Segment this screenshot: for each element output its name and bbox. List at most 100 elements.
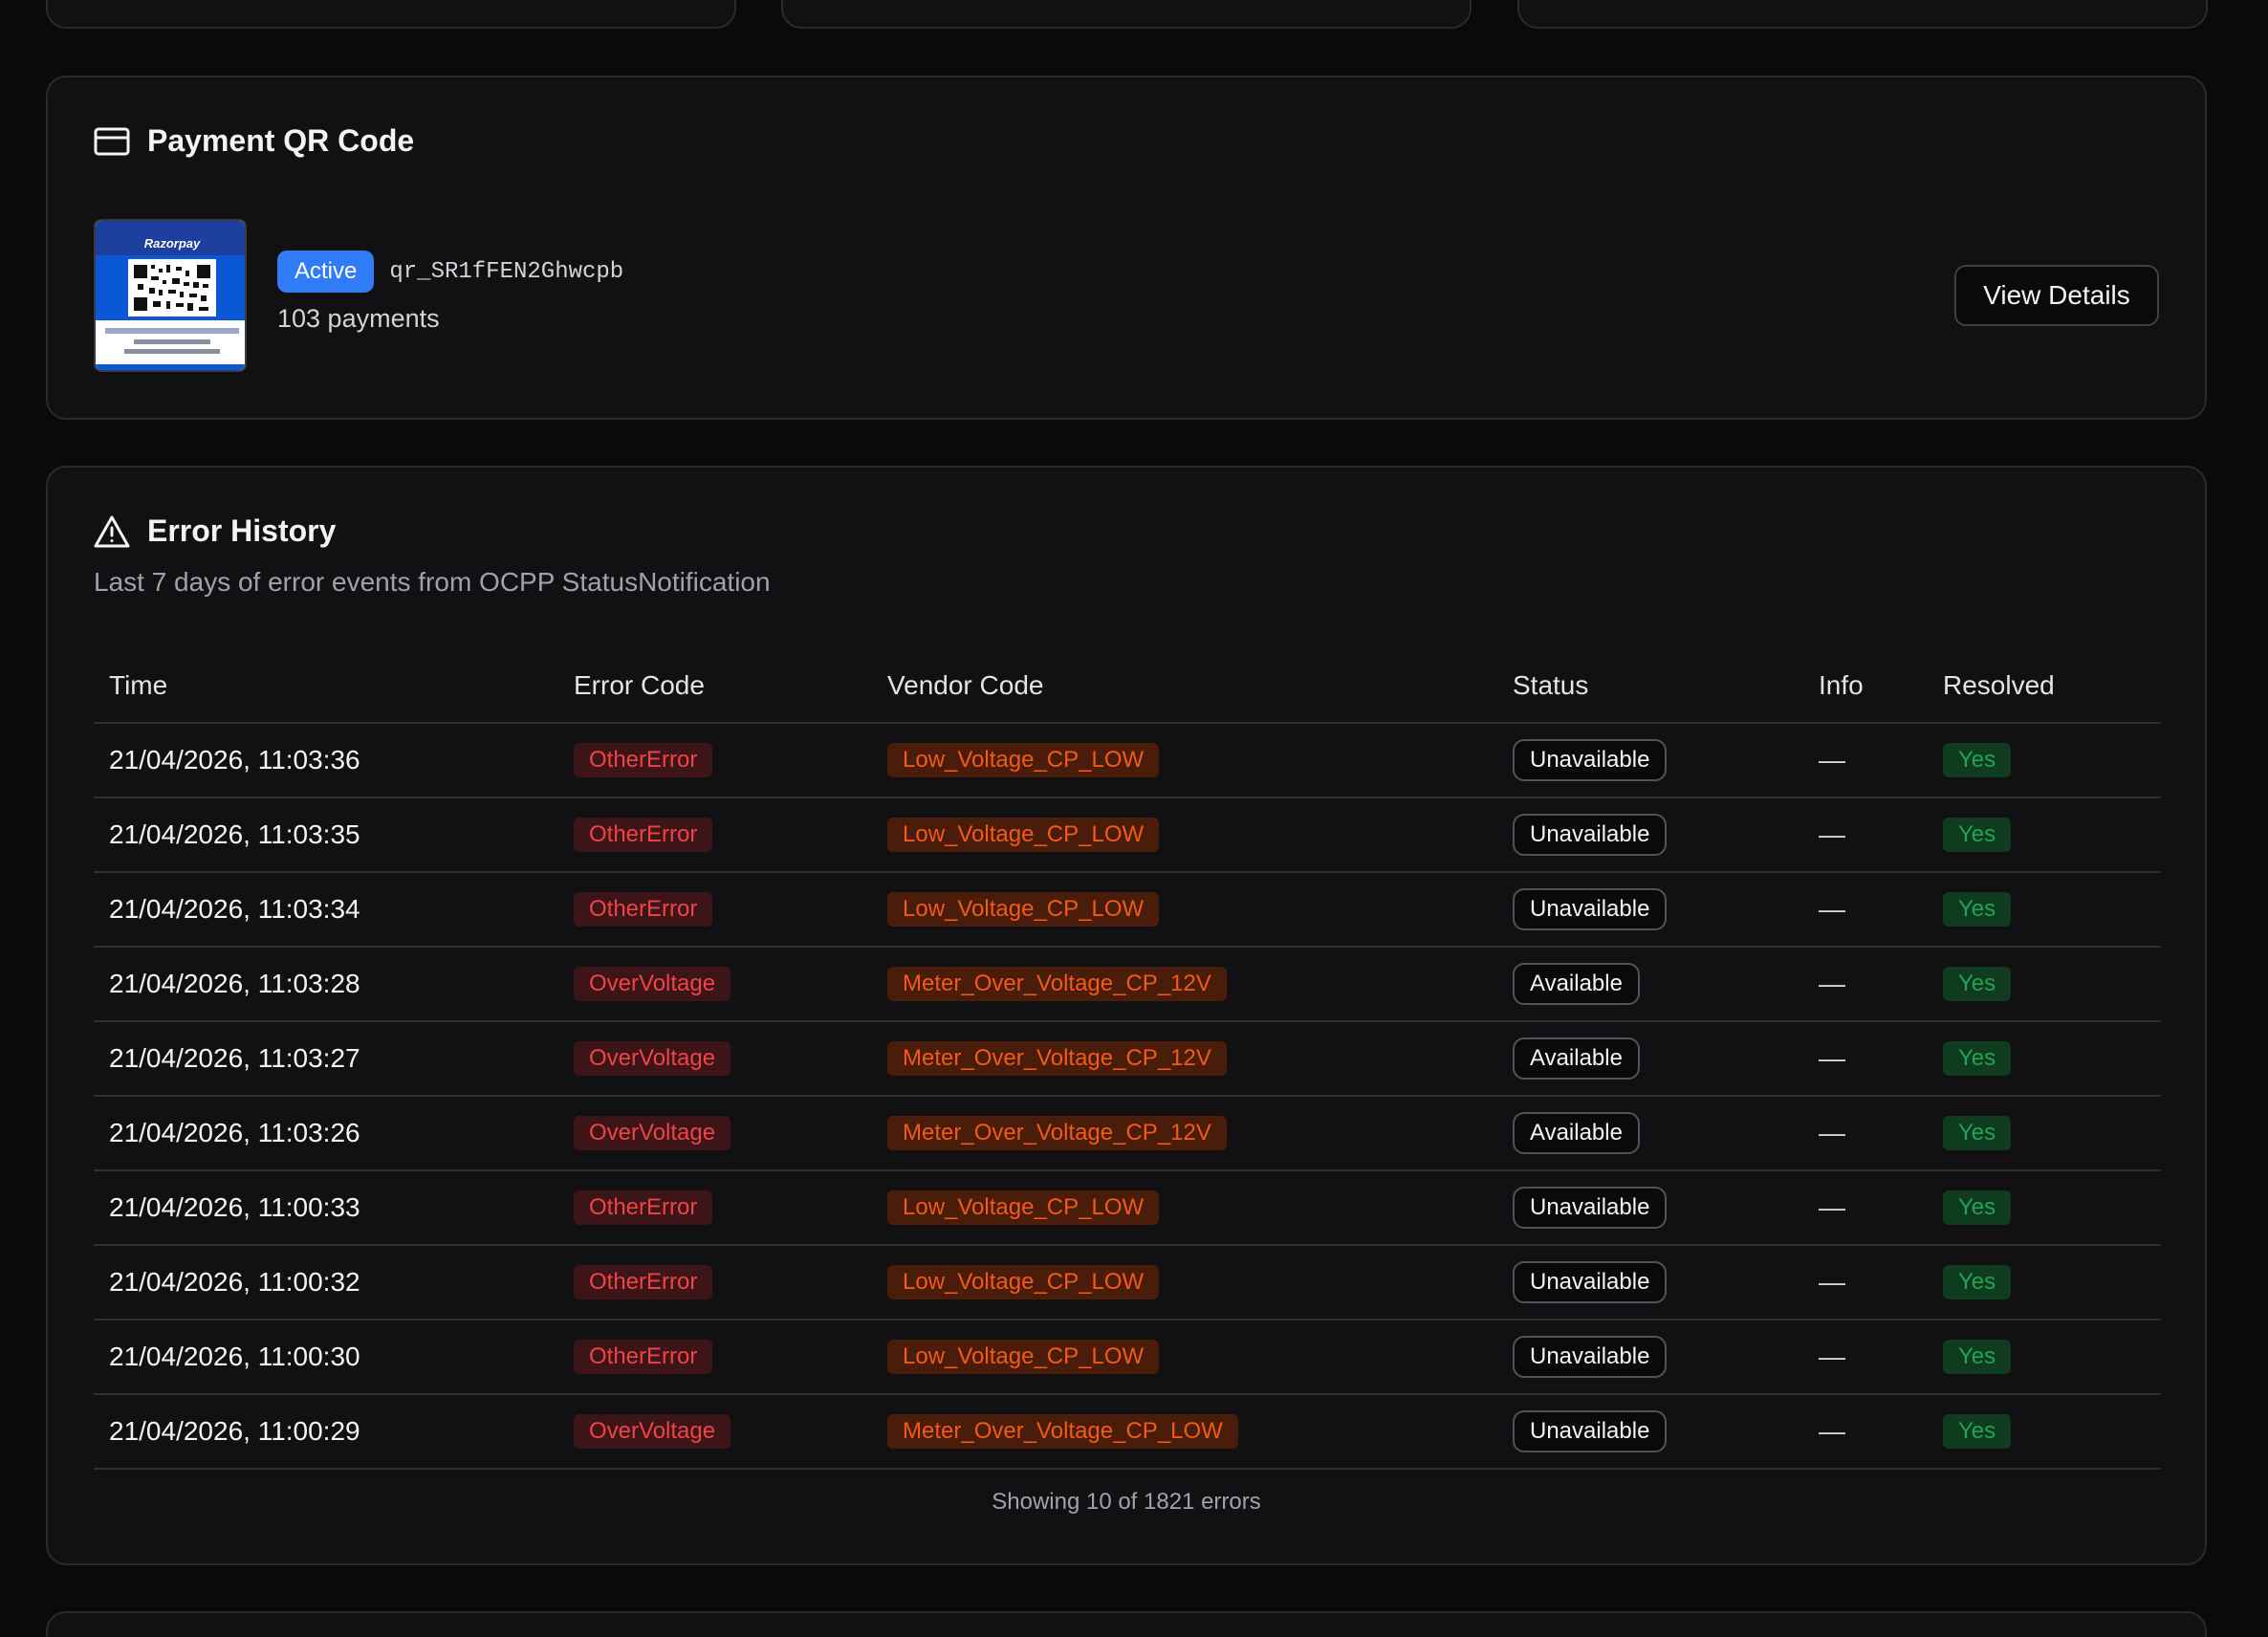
column-header-error-code[interactable]: Error Code <box>574 649 705 722</box>
column-header-vendor-code[interactable]: Vendor Code <box>887 649 1043 722</box>
payment-count: 103 payments <box>277 304 440 333</box>
error-code-badge: OverVoltage <box>574 1041 731 1076</box>
vendor-code-badge: Low_Voltage_CP_LOW <box>887 743 1160 777</box>
error-time: 21/04/2026, 11:03:26 <box>109 1118 360 1147</box>
status-badge: Available <box>1513 963 1640 1005</box>
table-row[interactable]: 21/04/2026, 11:03:36 OtherError Low_Volt… <box>94 724 2161 798</box>
status-badge: Available <box>1513 1037 1640 1080</box>
error-time: 21/04/2026, 11:00:29 <box>109 1416 360 1446</box>
vendor-code-badge: Low_Voltage_CP_LOW <box>887 818 1160 852</box>
error-time: 21/04/2026, 11:03:28 <box>109 969 360 998</box>
status-badge: Unavailable <box>1513 1261 1668 1303</box>
error-code-badge: OtherError <box>574 1340 713 1374</box>
info-value: — <box>1819 1043 1845 1073</box>
table-row[interactable]: 21/04/2026, 11:00:30 OtherError Low_Volt… <box>94 1321 2161 1395</box>
table-row[interactable]: 21/04/2026, 11:00:32 OtherError Low_Volt… <box>94 1246 2161 1321</box>
status-badge: Unavailable <box>1513 814 1668 856</box>
credit-card-icon <box>94 127 130 156</box>
info-value: — <box>1819 894 1845 924</box>
error-time: 21/04/2026, 11:00:33 <box>109 1192 360 1222</box>
info-value: — <box>1819 1416 1845 1446</box>
error-history-card: Error History Last 7 days of error event… <box>46 466 2207 1565</box>
resolved-badge: Yes <box>1943 743 2012 777</box>
error-code-badge: OverVoltage <box>574 1414 731 1449</box>
top-card-2 <box>781 0 1472 29</box>
resolved-badge: Yes <box>1943 892 2012 927</box>
qr-id: qr_SR1fFEN2Ghwcpb <box>389 258 624 285</box>
info-value: — <box>1819 1192 1845 1222</box>
table-header: Time Error Code Vendor Code Status Info … <box>94 649 2161 724</box>
error-table: Time Error Code Vendor Code Status Info … <box>94 649 2161 1470</box>
qr-thumb-brand: Razorpay <box>144 236 201 251</box>
info-value: — <box>1819 969 1845 998</box>
payment-qr-title: Payment QR Code <box>147 123 415 158</box>
table-row[interactable]: 21/04/2026, 11:03:34 OtherError Low_Volt… <box>94 873 2161 948</box>
vendor-code-badge: Meter_Over_Voltage_CP_12V <box>887 967 1227 1001</box>
status-badge: Available <box>1513 1112 1640 1154</box>
error-history-subtitle: Last 7 days of error events from OCPP St… <box>94 567 771 597</box>
vendor-code-badge: Low_Voltage_CP_LOW <box>887 1265 1160 1299</box>
error-history-header: Error History <box>94 513 336 549</box>
table-row[interactable]: 21/04/2026, 11:03:35 OtherError Low_Volt… <box>94 798 2161 873</box>
error-time: 21/04/2026, 11:00:32 <box>109 1267 360 1297</box>
column-header-resolved[interactable]: Resolved <box>1943 649 2055 722</box>
table-row[interactable]: 21/04/2026, 11:00:29 OverVoltage Meter_O… <box>94 1395 2161 1470</box>
error-history-title: Error History <box>147 513 337 548</box>
error-code-badge: OverVoltage <box>574 967 731 1001</box>
column-header-time[interactable]: Time <box>109 649 167 722</box>
error-time: 21/04/2026, 11:03:27 <box>109 1043 360 1073</box>
resolved-badge: Yes <box>1943 818 2012 852</box>
info-value: — <box>1819 745 1845 775</box>
info-value: — <box>1819 1118 1845 1147</box>
status-badge: Unavailable <box>1513 1187 1668 1229</box>
error-code-badge: OtherError <box>574 818 713 852</box>
vendor-code-badge: Meter_Over_Voltage_CP_LOW <box>887 1414 1238 1449</box>
status-badge: Unavailable <box>1513 1410 1668 1452</box>
vendor-code-badge: Low_Voltage_CP_LOW <box>887 1340 1160 1374</box>
info-value: — <box>1819 1342 1845 1371</box>
info-value: — <box>1819 1267 1845 1297</box>
vendor-code-badge: Low_Voltage_CP_LOW <box>887 1190 1160 1225</box>
view-details-button[interactable]: View Details <box>1954 265 2159 326</box>
error-code-badge: OtherError <box>574 892 713 927</box>
table-row[interactable]: 21/04/2026, 11:03:26 OverVoltage Meter_O… <box>94 1097 2161 1171</box>
error-code-badge: OtherError <box>574 1265 713 1299</box>
info-value: — <box>1819 819 1845 849</box>
error-time: 21/04/2026, 11:03:34 <box>109 894 360 924</box>
table-row[interactable]: 21/04/2026, 11:00:33 OtherError Low_Volt… <box>94 1171 2161 1246</box>
error-code-badge: OverVoltage <box>574 1116 731 1150</box>
top-card-3 <box>1517 0 2208 29</box>
error-code-badge: OtherError <box>574 1190 713 1225</box>
table-row[interactable]: 21/04/2026, 11:03:27 OverVoltage Meter_O… <box>94 1022 2161 1097</box>
vendor-code-badge: Meter_Over_Voltage_CP_12V <box>887 1041 1227 1076</box>
status-badge: Unavailable <box>1513 888 1668 930</box>
qr-meta: Active qr_SR1fFEN2Ghwcpb 103 payments <box>277 251 623 334</box>
resolved-badge: Yes <box>1943 1340 2012 1374</box>
payment-qr-card: Payment QR Code Razorpay Active qr_SR1fF… <box>46 76 2207 420</box>
error-time: 21/04/2026, 11:03:35 <box>109 819 360 849</box>
table-row[interactable]: 21/04/2026, 11:03:28 OverVoltage Meter_O… <box>94 948 2161 1022</box>
resolved-badge: Yes <box>1943 1116 2012 1150</box>
error-code-badge: OtherError <box>574 743 713 777</box>
table-footer-count: Showing 10 of 1821 errors <box>992 1489 1261 1515</box>
qr-code-thumbnail[interactable]: Razorpay <box>94 219 247 372</box>
column-header-status[interactable]: Status <box>1513 649 1588 722</box>
page: Payment QR Code Razorpay Active qr_SR1fF… <box>0 0 2268 1637</box>
vendor-code-badge: Low_Voltage_CP_LOW <box>887 892 1160 927</box>
resolved-badge: Yes <box>1943 1190 2012 1225</box>
status-badge: Unavailable <box>1513 1336 1668 1378</box>
payment-qr-header: Payment QR Code <box>94 123 414 159</box>
bottom-card <box>46 1611 2207 1637</box>
resolved-badge: Yes <box>1943 1041 2012 1076</box>
resolved-badge: Yes <box>1943 967 2012 1001</box>
error-time: 21/04/2026, 11:03:36 <box>109 745 360 775</box>
resolved-badge: Yes <box>1943 1265 2012 1299</box>
status-badge: Unavailable <box>1513 739 1668 781</box>
column-header-info[interactable]: Info <box>1819 649 1864 722</box>
alert-triangle-icon <box>94 514 130 549</box>
resolved-badge: Yes <box>1943 1414 2012 1449</box>
error-time: 21/04/2026, 11:00:30 <box>109 1342 360 1371</box>
status-badge: Active <box>277 251 375 293</box>
top-card-1 <box>46 0 736 29</box>
vendor-code-badge: Meter_Over_Voltage_CP_12V <box>887 1116 1227 1150</box>
